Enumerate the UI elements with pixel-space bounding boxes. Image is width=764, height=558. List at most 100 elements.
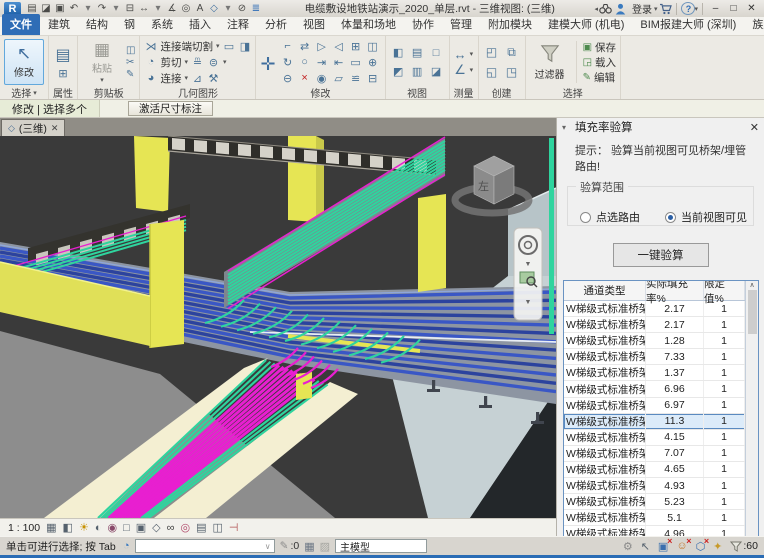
cope-icon[interactable]: ⊟ [365,71,381,86]
legend-component-icon[interactable]: ◱ [483,63,501,81]
title-chevron-icon[interactable]: ◂ [594,5,598,13]
wheel-chevron-icon[interactable]: ▼ [525,261,532,268]
paste-button[interactable]: ▦ 粘贴 ▾ [82,39,122,85]
ribbon-tab-2[interactable]: 结构 [78,14,116,35]
cope-icon[interactable]: ▭ [222,40,235,53]
select-underlay-icon[interactable]: ☺ [676,540,687,552]
drawing-area[interactable]: 左 ▼ ▼ [0,136,556,518]
table-scrollbar[interactable]: ∧ ∨ [745,281,758,542]
reveal-hidden-icon[interactable]: ◎ [180,521,190,534]
ribbon-tab-12[interactable]: 附加模块 [480,14,540,35]
displacement-icon[interactable]: ◫ [212,521,222,534]
select-pinned-icon[interactable]: ▣ [658,540,668,553]
linework-icon[interactable]: ≌ [348,71,364,86]
join-geometry-button[interactable]: ◕连接▾⊿⚒ [144,71,251,86]
demolish-hammer-icon[interactable]: ⚒ [207,72,220,85]
angle-dimension-button[interactable]: ∠▾ [454,63,474,78]
scale-icon[interactable]: ▭ [348,55,364,70]
table-row-3[interactable]: W梯级式标准桥架7.331 [564,349,745,365]
col-header-limit[interactable]: 限定值% [704,281,745,300]
table-row-4[interactable]: W梯级式标准桥架1.371 [564,365,745,381]
workset-dropdown[interactable]: ∨ [135,539,275,553]
ribbon-tab-7[interactable]: 分析 [257,14,295,35]
selection-edit-button[interactable]: ✎编辑 [583,70,616,84]
modify-button[interactable]: ↖ 修改 [4,39,44,85]
ribbon-tab-4[interactable]: 系统 [143,14,181,35]
create-group-icon[interactable]: ◰ [483,43,501,61]
properties-icon[interactable]: ▤ [55,45,70,65]
sign-in-chevron-icon[interactable]: ▾ [654,5,658,13]
wall-joins-icon[interactable]: ◨ [238,40,251,53]
editing-requests[interactable]: ✎:0 [280,540,300,552]
rotate-icon[interactable]: ↻ [280,55,296,70]
view-tab-3d[interactable]: ◇ (三维) ✕ [1,119,65,136]
plan-views-icon[interactable]: ▥ [409,63,426,80]
join-end-cut-button[interactable]: ⋊连接端切割▾▭◨ [144,39,251,54]
table-row-9[interactable]: W梯级式标准桥架7.071 [564,446,745,462]
active-workset-icon[interactable]: ▦ [304,540,314,553]
radio-current-view-dot[interactable] [665,212,676,223]
trim-icon[interactable]: ○ [297,55,313,70]
ribbon-tab-13[interactable]: 建模大师 (机电) [540,14,632,35]
mirror-axis-icon[interactable]: ▷ [314,39,330,54]
measure-button[interactable]: ↔▾ [454,47,474,62]
worksharing-icon[interactable]: ◔ [123,540,130,552]
ribbon-tab-6[interactable]: 注释 [219,14,257,35]
ribbon-tab-3[interactable]: 钢 [116,14,143,35]
sun-path-icon[interactable]: ☀ [79,521,89,534]
hide-isolate-glasses-icon[interactable]: ∞ [167,522,175,534]
ribbon-tab-15[interactable]: 族库大师V7.3.1 [744,14,764,35]
3d-scene[interactable]: 左 ▼ ▼ [0,136,556,518]
table-row-0[interactable]: W梯级式标准桥架2.171 [564,301,745,317]
constraints-icon[interactable]: ⊣ [229,521,239,534]
drag-on-selection-icon[interactable]: ⚙ [623,540,633,553]
table-row-8[interactable]: W梯级式标准桥架4.151 [564,430,745,446]
type-properties-icon[interactable]: ⊞ [58,67,67,80]
crop-region-icon[interactable]: ▣ [136,521,146,534]
delete-icon[interactable]: × [297,71,313,86]
temp-view-properties-icon[interactable]: ▤ [196,521,206,534]
default-3d-icon[interactable]: □ [428,44,445,61]
zoom-chevron-icon[interactable]: ▼ [525,299,532,306]
ribbon-tab-1[interactable]: 建筑 [40,14,78,35]
radio-current-view[interactable]: 当前视图可见 [665,209,747,225]
scroll-up-icon[interactable]: ∧ [749,281,754,289]
view-tab-close-icon[interactable]: ✕ [51,123,59,134]
callout-icon[interactable]: ◩ [390,63,407,80]
offset-icon[interactable]: ⇄ [297,39,313,54]
array-icon[interactable]: ⊞ [348,39,364,54]
cut-icon[interactable]: ✂ [126,57,135,68]
radio-pick-route-dot[interactable] [580,212,591,223]
insulation-icon[interactable]: ◳ [503,63,521,81]
scale-control[interactable]: 1 : 100 [8,522,40,534]
unpin-icon[interactable]: ⊖ [280,71,296,86]
table-row-1[interactable]: W梯级式标准桥架2.171 [564,317,745,333]
scrollbar-thumb[interactable] [748,290,757,334]
lock-3d-icon[interactable]: ◇ [152,521,160,534]
rendering-icon[interactable]: ◉ [107,521,117,534]
help-chevron-icon[interactable]: ▾ [694,5,698,13]
elevation-icon[interactable]: ◪ [428,63,445,80]
profile-icon[interactable]: ⊿ [191,72,204,85]
shadows-icon[interactable]: ◐ [95,522,102,534]
table-row-12[interactable]: W梯级式标准桥架5.231 [564,494,745,510]
col-header-channel-type[interactable]: 通道类型 [564,281,646,300]
split-icon[interactable]: ⇤ [331,55,347,70]
ribbon-tab-5[interactable]: 插入 [181,14,219,35]
ribbon-tab-14[interactable]: BIM报建大师 (深圳) [632,14,744,35]
render-icon[interactable]: ◧ [390,44,407,61]
ribbon-tab-0[interactable]: 文件 [2,14,40,35]
ribbon-tab-9[interactable]: 体量和场地 [333,14,404,35]
table-row-6[interactable]: W梯级式标准桥架6.971 [564,398,745,414]
table-row-10[interactable]: W梯级式标准桥架4.651 [564,462,745,478]
ribbon-tab-8[interactable]: 视图 [295,14,333,35]
table-row-11[interactable]: W梯级式标准桥架4.931 [564,478,745,494]
beam-joins-icon[interactable]: ≞ [191,56,204,69]
match-type-icon[interactable]: ✎ [126,69,135,80]
design-options-dropdown[interactable]: 主模型 [335,539,427,553]
select-links-icon[interactable]: ⬡ [696,540,706,553]
unjoin-icon[interactable]: ⊜ [207,56,220,69]
ribbon-tab-11[interactable]: 管理 [442,14,480,35]
radio-pick-route[interactable]: 点选路由 [580,209,640,225]
visual-style-icon[interactable]: ◧ [63,521,73,534]
